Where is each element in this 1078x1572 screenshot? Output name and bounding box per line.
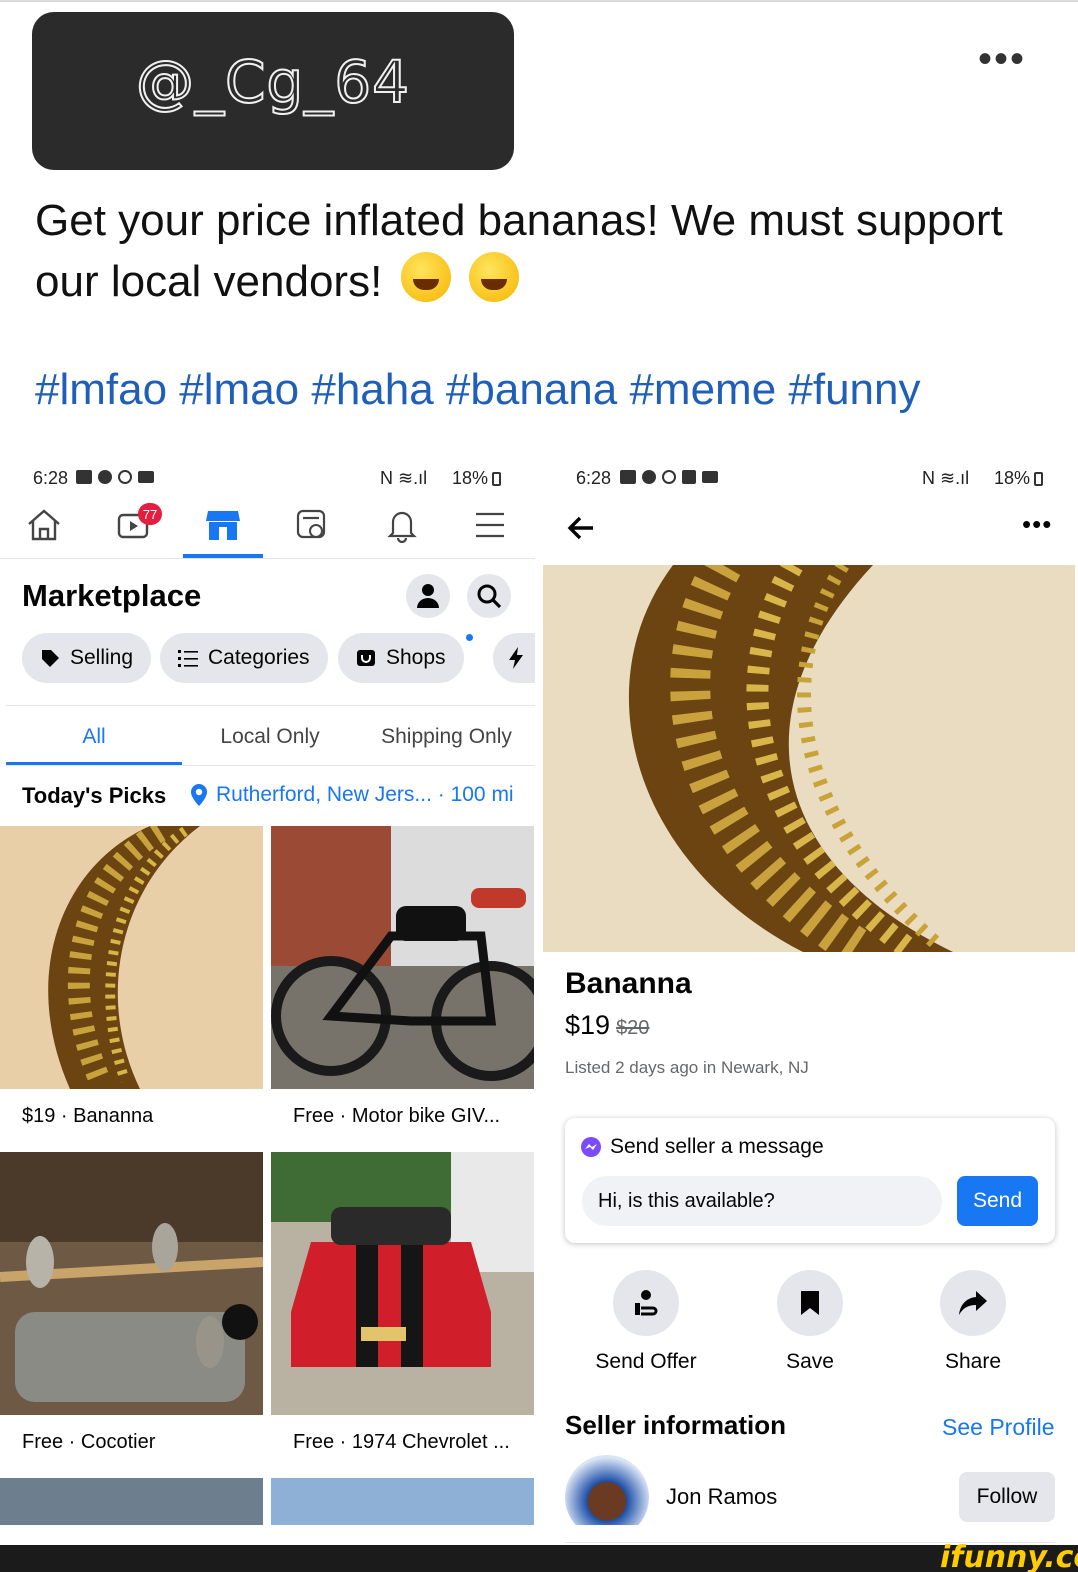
lightning-icon [509,647,523,669]
tab-shipping-only[interactable]: Shipping Only [358,725,535,749]
share-arrow-icon [959,1291,987,1315]
location-filter[interactable]: Rutherford, New Jers... · 100 mi [190,783,514,807]
list-icon [178,650,198,667]
item-photo-next-left[interactable] [0,1478,263,1525]
signal-wifi-icon: N ≋.ıl [380,468,428,488]
status-time-left: 6:28 [33,468,69,488]
see-profile-link[interactable]: See Profile [942,1414,1055,1441]
offer-icon [635,1290,658,1316]
location-pin-icon [191,784,207,806]
feeds-icon[interactable] [292,505,332,545]
profile-icon[interactable] [406,574,450,618]
todays-picks-title: Today's Picks [22,783,167,808]
post-text-line2: our local vendors! [35,257,383,306]
item-caption-motorbike[interactable]: Free · Motor bike GIV... [293,1105,500,1128]
top-divider [0,0,1078,2]
battery-icon [492,472,501,486]
item-photo-chevrolet[interactable] [271,1152,534,1415]
notification-badge: 77 [138,503,162,525]
watermark-bar [0,1545,1078,1572]
listing-title: Bananna [565,967,692,1000]
listing-photo-banana[interactable] [543,565,1075,952]
tag-icon [42,650,59,667]
tabs-bottom-divider [6,765,535,766]
tabs-top-divider [6,705,535,706]
item-caption-chevrolet[interactable]: Free · 1974 Chevrolet ... [293,1431,510,1454]
home-icon[interactable] [24,505,64,545]
battery-right: 18% [994,468,1031,488]
grinning-sweat-emoji [468,252,519,302]
chip-label-shops: Shops [386,646,446,669]
item-caption-cocotier[interactable]: Free · Cocotier [22,1431,155,1454]
item-photo-next-right[interactable] [271,1478,534,1525]
listing-more-icon[interactable]: ••• [1022,511,1052,537]
save-button[interactable]: Save [745,1270,875,1374]
tab-local-only[interactable]: Local Only [182,725,358,749]
battery-left: 18% [452,468,489,488]
listing-meta: Listed 2 days ago in Newark, NJ [565,1058,809,1077]
message-input[interactable]: Hi, is this available? [582,1176,942,1226]
item-photo-motorbike[interactable] [271,826,534,1089]
bell-icon[interactable] [382,505,422,545]
rolling-on-floor-laughing-emoji [400,252,451,302]
listing-price: $19 $20 [565,1010,649,1041]
chip-selling[interactable]: Selling [22,633,152,683]
more-options-icon[interactable]: ••• [978,39,1026,79]
menu-icon[interactable] [470,505,510,545]
status-icons-right [620,470,718,484]
seller-info-title: Seller information [565,1410,787,1440]
send-button[interactable]: Send [957,1176,1038,1226]
message-card-title: Send seller a message [610,1135,824,1158]
chip-shops[interactable]: Shops [338,633,464,683]
post-text-line1: Get your price inflated bananas! We must… [35,196,1003,245]
new-dot-indicator [466,634,473,641]
item-caption-banana[interactable]: $19 · Bananna [22,1105,153,1128]
battery-icon-right [1034,472,1043,486]
chip-categories[interactable]: Categories [160,633,328,683]
status-icons-left [76,470,154,484]
shop-icon [357,650,375,666]
page-title: Marketplace [22,578,202,613]
location-text: Rutherford, New Jers... · 100 mi [216,783,514,806]
search-icon[interactable] [467,574,511,618]
chip-label-selling: Selling [70,646,134,669]
tab-all[interactable]: All [6,725,182,749]
original-price: $20 [616,1017,650,1039]
nav-divider [0,558,535,559]
messenger-icon [581,1137,601,1157]
send-offer-button[interactable]: Send Offer [581,1270,711,1374]
marketplace-icon[interactable] [203,505,243,545]
message-card-header: Send seller a message [580,1135,824,1159]
follow-button[interactable]: Follow [959,1472,1055,1522]
signal-wifi-icon-right: N ≋.ıl [922,468,970,488]
share-button[interactable]: Share [908,1270,1038,1374]
send-offer-label: Send Offer [595,1350,697,1373]
chip-deals[interactable] [493,633,535,683]
post-text: Get your price inflated bananas! We must… [35,190,1045,312]
item-photo-banana[interactable] [0,826,263,1089]
status-time-right: 6:28 [576,468,612,488]
save-label: Save [786,1350,834,1373]
current-price: $19 [565,1010,611,1040]
chip-label-categories: Categories [208,646,310,669]
bookmark-icon [801,1291,819,1315]
share-label: Share [944,1350,1002,1373]
hashtags[interactable]: #lmfao #lmao #haha #banana #meme #funny [35,365,921,415]
username-handle[interactable]: @_Cg_64 [32,47,514,117]
ifunny-watermark: ifunny.co [940,1540,1078,1572]
back-arrow-icon[interactable] [566,514,596,547]
item-photo-cockatiels[interactable] [0,1152,263,1415]
seller-name[interactable]: Jon Ramos [666,1484,777,1510]
